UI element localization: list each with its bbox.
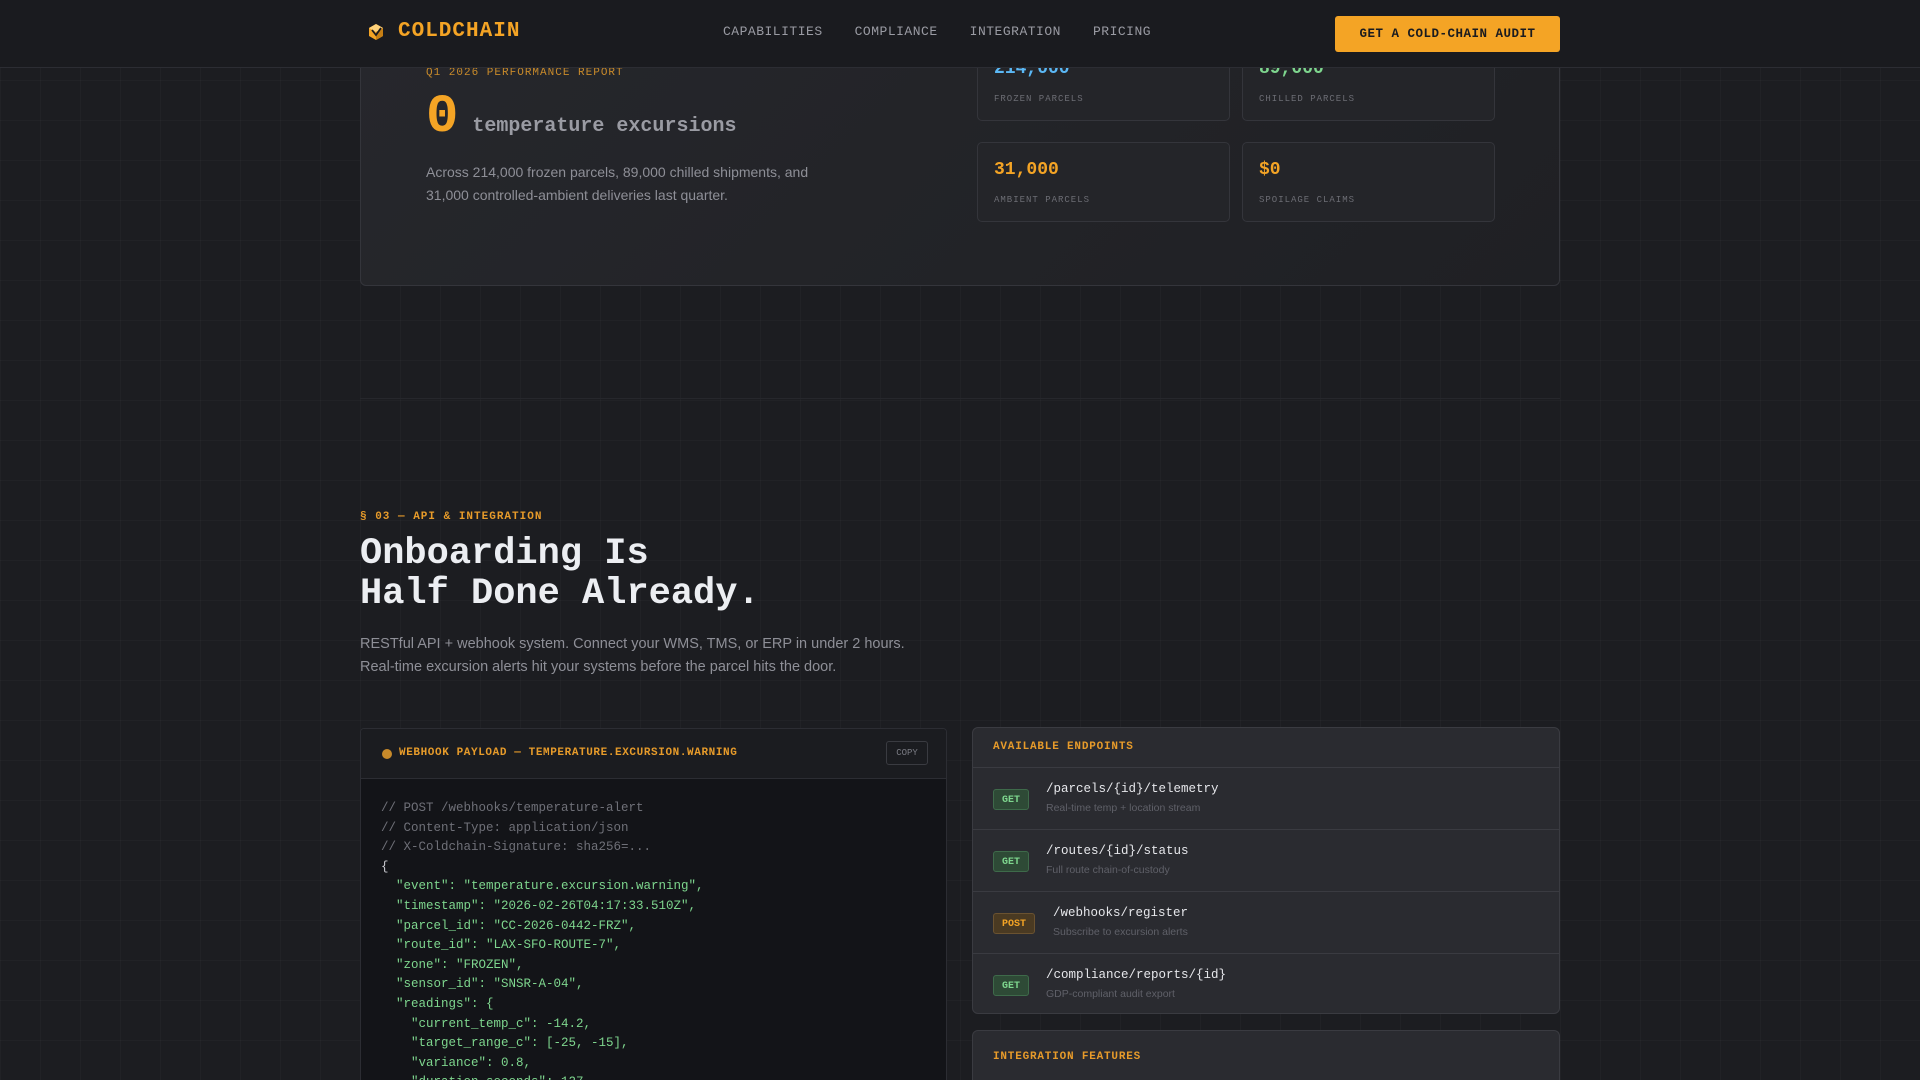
features-title: INTEGRATION FEATURES [993,1051,1142,1063]
stat-spoilage: $0 SPOILAGE CLAIMS [1242,142,1495,222]
main-nav: CAPABILITIES COMPLIANCE INTEGRATION PRIC… [723,24,1151,39]
section-divider [360,398,1560,399]
excursion-label: temperature excursions [472,115,737,138]
nav-compliance[interactable]: COMPLIANCE [855,24,938,39]
excursion-count: 0 [426,87,459,148]
endpoint-path: /routes/{id}/status [1046,844,1189,858]
endpoint-desc: Subscribe to excursion alerts [1053,926,1188,938]
endpoint-row[interactable]: GET /compliance/reports/{id} GDP-complia… [973,954,1559,1013]
brand-name: COLDCHAIN [398,20,521,43]
endpoints-title: AVAILABLE ENDPOINTS [973,728,1559,768]
code-line: "duration_seconds": 127, [381,1073,926,1080]
stat-label: FROZEN PARCELS [994,94,1084,104]
stat-label: SPOILAGE CLAIMS [1259,195,1356,205]
stat-ambient: 31,000 AMBIENT PARCELS [977,142,1230,222]
site-header: COLDCHAIN CAPABILITIES COMPLIANCE INTEGR… [0,0,1920,68]
code-panel-header: WEBHOOK PAYLOAD — TEMPERATURE.EXCURSION.… [361,729,946,779]
report-description: Across 214,000 frozen parcels, 89,000 ch… [426,164,809,203]
nav-capabilities[interactable]: CAPABILITIES [723,24,823,39]
section-title-line1: Onboarding Is [360,533,649,575]
endpoints-panel: AVAILABLE ENDPOINTS GET /parcels/{id}/te… [972,727,1560,1014]
endpoint-desc: Real-time temp + location stream [1046,802,1201,814]
report-eyebrow: Q1 2026 PERFORMANCE REPORT [426,67,624,79]
endpoint-desc: Full route chain-of-custody [1046,864,1170,876]
endpoint-desc: GDP-compliant audit export [1046,988,1175,1000]
audit-cta-button[interactable]: GET A COLD-CHAIN AUDIT [1335,16,1560,52]
method-badge: POST [993,913,1036,934]
stat-label: CHILLED PARCELS [1259,94,1356,104]
section-lede: RESTful API + webhook system. Connect yo… [360,636,905,675]
endpoint-path: /webhooks/register [1053,906,1189,920]
code-line: { [381,859,389,874]
stat-value: 31,000 [994,160,1059,180]
code-line: "variance": 0.8, [381,1055,532,1070]
code-line: // POST /webhooks/temperature-alert [381,801,644,815]
section-title: Onboarding Is Half Done Already. [360,534,760,614]
code-line: // X-Coldchain-Signature: sha256=... [381,840,652,855]
nav-integration[interactable]: INTEGRATION [970,24,1061,39]
code-line: "zone": "FROZEN", [381,957,524,972]
copy-button[interactable]: COPY [886,741,928,765]
code-line: "route_id": "LAX-SFO-ROUTE-7", [381,938,622,953]
section-eyebrow: § 03 — API & INTEGRATION [360,511,543,523]
code-line: "sensor_id": "SNSR-A-04", [381,977,584,992]
endpoint-row[interactable]: POST /webhooks/register Subscribe to exc… [973,892,1559,954]
code-line: "timestamp": "2026-02-26T04:17:33.510Z", [381,898,697,913]
code-panel-title: WEBHOOK PAYLOAD — TEMPERATURE.EXCURSION.… [399,747,738,759]
code-line: "parcel_id": "CC-2026-0442-FRZ", [381,918,637,933]
endpoint-path: /compliance/reports/{id} [1046,968,1227,982]
endpoint-row[interactable]: GET /parcels/{id}/telemetry Real-time te… [973,768,1559,830]
endpoint-row[interactable]: GET /routes/{id}/status Full route chain… [973,830,1559,892]
status-dot-icon [382,749,392,759]
section-title-line2: Half Done Already. [360,573,760,615]
stat-label: AMBIENT PARCELS [994,195,1091,205]
cube-icon [369,23,383,40]
nav-pricing[interactable]: PRICING [1093,24,1151,39]
code-line: // Content-Type: application/json [381,820,629,835]
code-line: "current_temp_c": -14.2, [381,1016,592,1031]
stat-value: $0 [1259,160,1281,180]
webhook-payload-panel: WEBHOOK PAYLOAD — TEMPERATURE.EXCURSION.… [360,728,947,1080]
method-badge: GET [993,789,1030,810]
brand-logo[interactable]: COLDCHAIN [366,20,520,43]
code-block: // POST /webhooks/temperature-alert // Co… [361,779,946,1080]
code-line: "target_range_c": [-25, -15], [381,1036,629,1051]
method-badge: GET [993,851,1030,872]
excursion-headline: 0 temperature excursions [426,91,736,145]
method-badge: GET [993,975,1030,996]
endpoint-path: /parcels/{id}/telemetry [1046,782,1219,796]
code-line: "event": "temperature.excursion.warning"… [381,879,704,894]
code-line: "readings": { [381,996,494,1011]
integration-features-panel: INTEGRATION FEATURES [972,1030,1560,1080]
